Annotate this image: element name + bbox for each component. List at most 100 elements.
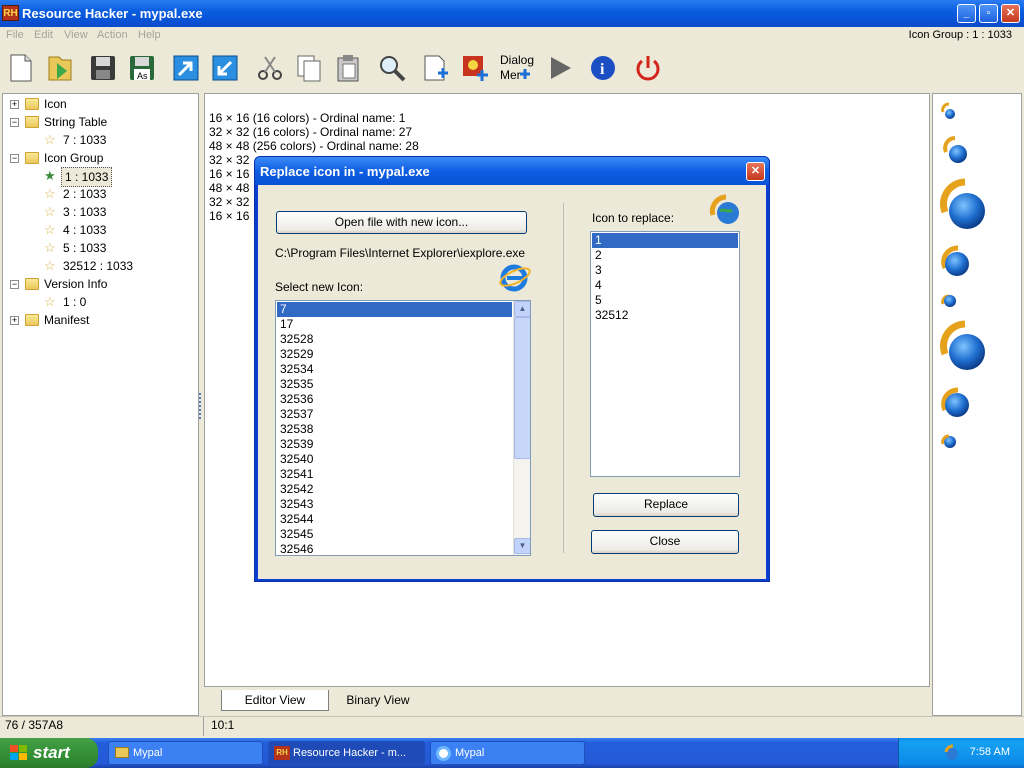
- menu-action[interactable]: Action: [97, 29, 128, 41]
- replace-icon-item[interactable]: 2: [592, 248, 738, 263]
- replace-icon-item[interactable]: 32512: [592, 308, 738, 323]
- minimize-button[interactable]: _: [957, 4, 976, 23]
- new-icon-item[interactable]: 32535: [277, 377, 512, 392]
- new-icon-item[interactable]: 17: [277, 317, 512, 332]
- phone-globe-icon: [941, 434, 956, 448]
- tree-node-icon-group-4[interactable]: ☆ 4 : 1033: [3, 221, 198, 239]
- expand-icon[interactable]: +: [10, 316, 19, 325]
- export-icon[interactable]: [168, 50, 204, 86]
- replace-icon-item[interactable]: 4: [592, 278, 738, 293]
- tree-node-icon-group[interactable]: − Icon Group: [3, 149, 198, 167]
- new-icon-item[interactable]: 32539: [277, 437, 512, 452]
- new-icon-item[interactable]: 32543: [277, 497, 512, 512]
- menu-help[interactable]: Help: [138, 29, 161, 41]
- open-file-with-new-icon-button[interactable]: Open file with new icon...: [276, 211, 527, 234]
- collapse-icon[interactable]: −: [10, 280, 19, 289]
- new-file-icon[interactable]: [3, 50, 39, 86]
- tree-node-icon-group-5[interactable]: ☆ 5 : 1033: [3, 239, 198, 257]
- tree-node-icon-group-3[interactable]: ☆ 3 : 1033: [3, 203, 198, 221]
- start-button[interactable]: start: [0, 738, 98, 768]
- tab-editor-view[interactable]: Editor View: [221, 690, 329, 711]
- close-button[interactable]: ✕: [1001, 4, 1020, 23]
- tree-node-icon-group-2[interactable]: ☆ 2 : 1033: [3, 185, 198, 203]
- tree-node-manifest[interactable]: + Manifest: [3, 311, 198, 329]
- menu-edit[interactable]: Edit: [34, 29, 53, 41]
- dialog-menu-icon[interactable]: Dialog Mer: [496, 50, 536, 86]
- add-image-icon[interactable]: [457, 50, 493, 86]
- tree-node-icon-group-1[interactable]: ★ 1 : 1033: [3, 167, 198, 187]
- maximize-button[interactable]: ▫: [979, 4, 998, 23]
- new-icon-item[interactable]: 32538: [277, 422, 512, 437]
- tree-node-version-1[interactable]: ☆ 1 : 0: [3, 293, 198, 311]
- cut-icon[interactable]: [252, 50, 288, 86]
- resource-star-icon: ☆: [44, 258, 56, 273]
- splitter-grip[interactable]: [199, 393, 203, 419]
- status-divider: [203, 717, 204, 736]
- scrollbar-thumb[interactable]: [514, 317, 530, 459]
- tree-node-icon-group-32512[interactable]: ☆ 32512 : 1033: [3, 257, 198, 275]
- new-icon-item[interactable]: 32537: [277, 407, 512, 422]
- open-folder-icon: [25, 278, 39, 290]
- icon-to-replace-listbox[interactable]: 1 2 3 4 5 32512: [590, 231, 740, 477]
- expand-icon[interactable]: +: [10, 100, 19, 109]
- tree-node-icon[interactable]: + Icon: [3, 95, 198, 113]
- close-dialog-button[interactable]: Close: [591, 530, 739, 554]
- scroll-up-arrow-icon[interactable]: ▲: [514, 301, 530, 317]
- tree-node-string-7[interactable]: ☆ 7 : 1033: [3, 131, 198, 149]
- dialog-title-bar[interactable]: Replace icon in - mypal.exe ✕: [255, 157, 769, 185]
- scroll-down-arrow-icon[interactable]: ▼: [514, 538, 530, 554]
- copy-icon[interactable]: [291, 50, 327, 86]
- resource-star-icon: ☆: [44, 240, 56, 255]
- new-icon-item[interactable]: 32528: [277, 332, 512, 347]
- find-icon[interactable]: [374, 50, 410, 86]
- icon-preview-list: [940, 102, 985, 448]
- new-icon-item[interactable]: 32545: [277, 527, 512, 542]
- phone-globe-icon: [941, 245, 969, 276]
- import-icon[interactable]: [207, 50, 243, 86]
- taskbar-item-resource-hacker[interactable]: RH Resource Hacker - m...: [268, 741, 425, 765]
- tree-node-version-info[interactable]: − Version Info: [3, 275, 198, 293]
- menu-file[interactable]: File: [6, 29, 24, 41]
- new-icon-item[interactable]: 32544: [277, 512, 512, 527]
- menu-view[interactable]: View: [64, 29, 88, 41]
- save-as-icon[interactable]: As: [124, 50, 160, 86]
- network-tray-icon[interactable]: [943, 744, 961, 762]
- content-line: 16 × 16: [209, 209, 250, 223]
- new-icon-listbox[interactable]: 7 17 32528 32529 32534 32535 32536 32537 32538 32…: [275, 300, 531, 556]
- save-icon[interactable]: [85, 50, 121, 86]
- new-icon-item[interactable]: 32542: [277, 482, 512, 497]
- taskbar-item-mypal-browser[interactable]: Mypal: [430, 741, 585, 765]
- collapse-icon[interactable]: −: [10, 118, 19, 127]
- taskbar-item-mypal-folder[interactable]: Mypal: [108, 741, 263, 765]
- add-resource-icon[interactable]: [418, 50, 454, 86]
- tab-binary-view[interactable]: Binary View: [333, 690, 423, 711]
- tree-label: 2 : 1033: [63, 187, 107, 201]
- new-icon-item[interactable]: 7: [277, 302, 512, 317]
- run-icon[interactable]: [542, 50, 578, 86]
- content-line: 48 × 48 (256 colors) - Ordinal name: 28: [209, 139, 419, 153]
- title-bar[interactable]: RH Resource Hacker - mypal.exe _ ▫ ✕: [0, 0, 1024, 27]
- new-icon-item[interactable]: 32540: [277, 452, 512, 467]
- content-line: 48 × 48: [209, 181, 250, 195]
- new-icon-item[interactable]: 32534: [277, 362, 512, 377]
- info-icon[interactable]: i: [585, 50, 621, 86]
- tree-node-string-table[interactable]: − String Table: [3, 113, 198, 131]
- tree-label: 4 : 1033: [63, 223, 107, 237]
- exit-icon[interactable]: [630, 50, 666, 86]
- new-icon-item[interactable]: 32529: [277, 347, 512, 362]
- open-file-icon[interactable]: [42, 50, 78, 86]
- replace-icon-item[interactable]: 3: [592, 263, 738, 278]
- replace-icon-item[interactable]: 5: [592, 293, 738, 308]
- replace-icon-item[interactable]: 1: [592, 233, 738, 248]
- resource-tree[interactable]: + Icon − String Table ☆ 7 : 1033 − Icon …: [2, 93, 199, 716]
- tree-label: Icon Group: [44, 151, 104, 165]
- folder-icon: [115, 747, 129, 758]
- replace-button[interactable]: Replace: [593, 493, 739, 517]
- collapse-icon[interactable]: −: [10, 154, 19, 163]
- new-icon-item[interactable]: 32536: [277, 392, 512, 407]
- scrollbar-track[interactable]: ▲ ▼: [513, 301, 530, 555]
- new-icon-item[interactable]: 32546: [277, 542, 512, 555]
- paste-icon[interactable]: [330, 50, 366, 86]
- new-icon-item[interactable]: 32541: [277, 467, 512, 482]
- dialog-close-button[interactable]: ✕: [746, 162, 765, 181]
